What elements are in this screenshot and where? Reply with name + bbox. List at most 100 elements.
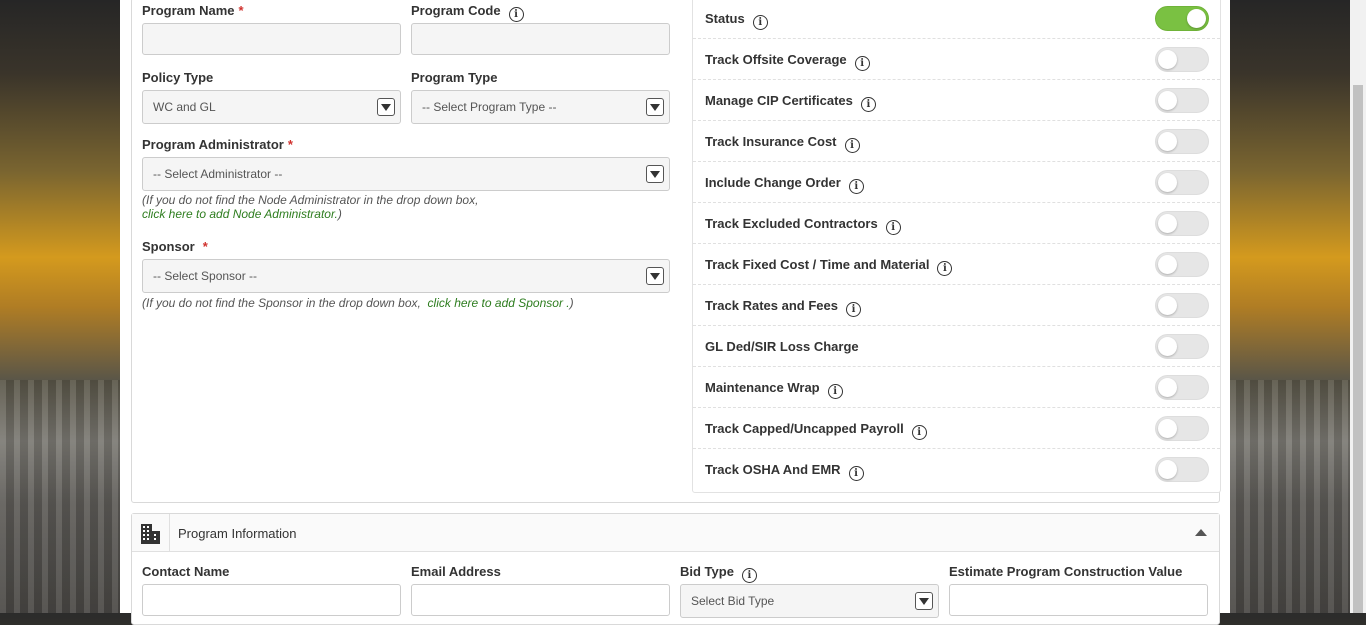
sponsor-select[interactable]: -- Select Sponsor -- bbox=[142, 259, 670, 293]
info-icon[interactable]: i bbox=[844, 138, 860, 153]
email-label: Email Address bbox=[411, 564, 501, 579]
toggle-row: Track Insurance Cost i bbox=[693, 121, 1220, 162]
info-icon[interactable]: i bbox=[848, 466, 864, 481]
toggle-label: Include Change Order i bbox=[705, 175, 864, 194]
admin-hint: (If you do not find the Node Administrat… bbox=[142, 193, 479, 221]
program-name-input[interactable] bbox=[142, 23, 401, 55]
toggle-switch[interactable] bbox=[1155, 252, 1209, 277]
scrollbar-thumb[interactable] bbox=[1353, 85, 1363, 613]
toggle-knob bbox=[1187, 9, 1206, 28]
toggle-knob bbox=[1158, 255, 1177, 274]
toggle-label: GL Ded/SIR Loss Charge bbox=[705, 339, 859, 354]
program-information-card: Program Information Contact Name Email A… bbox=[131, 513, 1220, 625]
estimate-value-label: Estimate Program Construction Value bbox=[949, 564, 1183, 579]
program-details-card: Program Name * Program Code i Policy Type … bbox=[131, 0, 1221, 503]
background-right bbox=[1230, 0, 1350, 613]
building-icon bbox=[132, 514, 170, 551]
info-icon[interactable]: i bbox=[741, 568, 757, 583]
background-left bbox=[0, 0, 120, 613]
dropdown-arrow-icon bbox=[646, 267, 664, 285]
info-icon[interactable]: i bbox=[885, 220, 901, 235]
toggle-switch[interactable] bbox=[1155, 375, 1209, 400]
toggle-knob bbox=[1158, 91, 1177, 110]
info-icon[interactable]: i bbox=[508, 7, 524, 22]
toggle-row: Track Excluded Contractors i bbox=[693, 203, 1220, 244]
contact-name-label: Contact Name bbox=[142, 564, 230, 579]
info-icon[interactable]: i bbox=[752, 15, 768, 30]
info-icon[interactable]: i bbox=[911, 425, 927, 440]
toggle-label: Track Offsite Coverage i bbox=[705, 52, 870, 71]
toggle-row: Status i bbox=[693, 0, 1220, 39]
dropdown-arrow-icon bbox=[915, 592, 933, 610]
toggle-knob bbox=[1158, 214, 1177, 233]
toggle-label: Track Fixed Cost / Time and Material i bbox=[705, 257, 953, 276]
toggle-switch[interactable] bbox=[1155, 416, 1209, 441]
toggle-switch[interactable] bbox=[1155, 457, 1209, 482]
toggle-knob bbox=[1158, 460, 1177, 479]
toggle-label: Manage CIP Certificates i bbox=[705, 93, 876, 112]
page: Program Name * Program Code i Policy Type … bbox=[120, 0, 1230, 625]
program-code-label: Program Code i bbox=[411, 3, 524, 22]
toggle-switch[interactable] bbox=[1155, 170, 1209, 195]
toggle-knob bbox=[1158, 173, 1177, 192]
toggle-row: Track OSHA And EMR i bbox=[693, 449, 1220, 490]
policy-type-select[interactable]: WC and GL bbox=[142, 90, 401, 124]
toggle-knob bbox=[1158, 296, 1177, 315]
program-code-input[interactable] bbox=[411, 23, 670, 55]
add-node-admin-link[interactable]: click here to add Node Administrator. bbox=[142, 207, 338, 221]
sponsor-hint: (If you do not find the Sponsor in the d… bbox=[142, 296, 574, 310]
toggle-label: Maintenance Wrap i bbox=[705, 380, 843, 399]
info-icon[interactable]: i bbox=[848, 179, 864, 194]
program-type-label: Program Type bbox=[411, 70, 498, 85]
info-icon[interactable]: i bbox=[860, 97, 876, 112]
program-admin-select[interactable]: -- Select Administrator -- bbox=[142, 157, 670, 191]
required-mark: * bbox=[238, 3, 244, 18]
required-mark: * bbox=[202, 239, 208, 254]
info-icon[interactable]: i bbox=[827, 384, 843, 399]
estimate-value-input[interactable] bbox=[949, 584, 1208, 616]
toggle-row: Track Offsite Coverage i bbox=[693, 39, 1220, 80]
policy-type-label: Policy Type bbox=[142, 70, 214, 85]
toggle-switch[interactable] bbox=[1155, 129, 1209, 154]
collapse-caret-icon[interactable] bbox=[1195, 529, 1207, 536]
settings-toggles-panel: Status i Track Offsite Coverage i Manage CIP… bbox=[692, 0, 1221, 493]
toggle-row: Include Change Order i bbox=[693, 162, 1220, 203]
toggle-row: Track Capped/Uncapped Payroll i bbox=[693, 408, 1220, 449]
toggle-switch[interactable] bbox=[1155, 211, 1209, 236]
toggle-label: Status i bbox=[705, 11, 768, 30]
program-information-title: Program Information bbox=[178, 526, 297, 541]
email-input[interactable] bbox=[411, 584, 670, 616]
program-admin-label: Program Administrator * bbox=[142, 137, 293, 152]
bid-type-label: Bid Type i bbox=[680, 564, 757, 583]
program-information-header[interactable]: Program Information bbox=[132, 514, 1219, 552]
toggle-switch[interactable] bbox=[1155, 334, 1209, 359]
required-mark: * bbox=[287, 137, 293, 152]
add-sponsor-link[interactable]: click here to add Sponsor . bbox=[428, 296, 570, 310]
toggle-switch[interactable] bbox=[1155, 88, 1209, 113]
toggle-knob bbox=[1158, 337, 1177, 356]
toggle-switch[interactable] bbox=[1155, 293, 1209, 318]
toggle-switch[interactable] bbox=[1155, 47, 1209, 72]
dropdown-arrow-icon bbox=[646, 165, 664, 183]
toggle-knob bbox=[1158, 132, 1177, 151]
scrollbar[interactable] bbox=[1350, 0, 1366, 613]
info-icon[interactable]: i bbox=[854, 56, 870, 71]
dropdown-arrow-icon bbox=[377, 98, 395, 116]
toggle-knob bbox=[1158, 419, 1177, 438]
toggle-label: Track Excluded Contractors i bbox=[705, 216, 901, 235]
toggle-knob bbox=[1158, 378, 1177, 397]
toggle-row: Maintenance Wrap i bbox=[693, 367, 1220, 408]
info-icon[interactable]: i bbox=[937, 261, 953, 276]
dropdown-arrow-icon bbox=[646, 98, 664, 116]
info-icon[interactable]: i bbox=[845, 302, 861, 317]
toggle-label: Track Rates and Fees i bbox=[705, 298, 861, 317]
toggle-switch[interactable] bbox=[1155, 6, 1209, 31]
toggle-label: Track Insurance Cost i bbox=[705, 134, 860, 153]
contact-name-input[interactable] bbox=[142, 584, 401, 616]
toggle-row: Track Rates and Fees i bbox=[693, 285, 1220, 326]
toggle-row: Manage CIP Certificates i bbox=[693, 80, 1220, 121]
toggle-row: GL Ded/SIR Loss Charge bbox=[693, 326, 1220, 367]
toggle-label: Track Capped/Uncapped Payroll i bbox=[705, 421, 927, 440]
toggle-knob bbox=[1158, 50, 1177, 69]
program-type-select[interactable]: -- Select Program Type -- bbox=[411, 90, 670, 124]
